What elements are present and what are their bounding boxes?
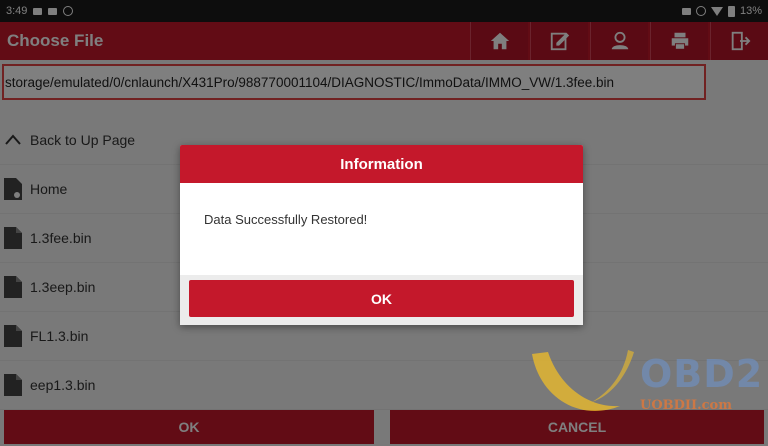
watermark-site: UOBDII.com xyxy=(640,398,732,413)
dialog-footer: OK xyxy=(180,275,583,325)
watermark-logo-icon xyxy=(532,350,634,411)
information-dialog: Information Data Successfully Restored! … xyxy=(180,145,583,325)
watermark-brand: OBD2 xyxy=(640,352,764,396)
watermark: OBD2 UOBDII.com xyxy=(530,348,766,422)
dialog-ok-button[interactable]: OK xyxy=(189,280,574,317)
dialog-message: Data Successfully Restored! xyxy=(204,212,368,227)
dialog-title: Information xyxy=(180,145,583,183)
